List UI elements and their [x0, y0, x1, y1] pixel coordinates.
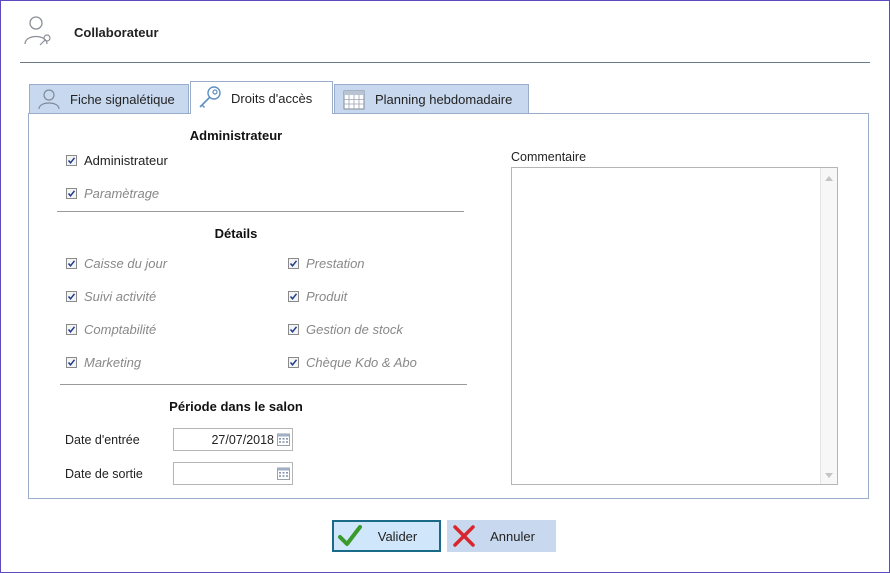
checkbox-caisse-du-jour[interactable]: Caisse du jour: [66, 256, 167, 271]
checkbox-label: Suivi activité: [84, 289, 157, 304]
scroll-up-icon[interactable]: [825, 176, 833, 181]
comment-textarea[interactable]: [511, 167, 838, 485]
comment-label: Commentaire: [511, 150, 587, 164]
checkbox-label: Produit: [306, 289, 348, 304]
exit-date-field[interactable]: [173, 462, 293, 485]
checkbox-box[interactable]: [288, 258, 299, 269]
calendar-icon[interactable]: [277, 433, 290, 446]
exit-date-label: Date de sortie: [65, 467, 143, 481]
section-title-admin: Administrateur: [189, 128, 283, 143]
checkbox-box[interactable]: [66, 188, 77, 199]
entry-date-field[interactable]: 27/07/2018: [173, 428, 293, 451]
checkbox-cheque-kdo-abo[interactable]: Chèque Kdo & Abo: [288, 355, 417, 370]
checkbox-produit[interactable]: Produit: [288, 289, 347, 304]
section-title-details: Détails: [214, 226, 258, 241]
checkbox-box[interactable]: [288, 291, 299, 302]
checkbox-label: Chèque Kdo & Abo: [306, 355, 417, 370]
checkbox-box[interactable]: [66, 155, 77, 166]
checkbox-administrateur[interactable]: Administrateur: [66, 153, 168, 168]
checkbox-marketing[interactable]: Marketing: [66, 355, 141, 370]
section-divider: [57, 211, 464, 212]
panel-content: Administrateur Administrateur Paramètrag…: [0, 0, 890, 573]
checkbox-label: Comptabilité: [84, 322, 157, 337]
checkbox-comptabilite[interactable]: Comptabilité: [66, 322, 156, 337]
calendar-icon[interactable]: [277, 467, 290, 480]
checkbox-label: Prestation: [306, 256, 365, 271]
checkbox-box[interactable]: [288, 324, 299, 335]
checkbox-label: Gestion de stock: [306, 322, 403, 337]
checkbox-prestation[interactable]: Prestation: [288, 256, 365, 271]
checkbox-box[interactable]: [66, 324, 77, 335]
entry-date-label: Date d'entrée: [65, 433, 140, 447]
checkbox-label: Administrateur: [84, 153, 168, 168]
checkbox-label: Caisse du jour: [84, 256, 168, 271]
checkbox-box[interactable]: [66, 258, 77, 269]
section-divider: [60, 384, 467, 385]
checkbox-suivi-activite[interactable]: Suivi activité: [66, 289, 156, 304]
checkbox-box[interactable]: [288, 357, 299, 368]
comment-scrollbar[interactable]: [820, 168, 837, 484]
entry-date-value: 27/07/2018: [211, 433, 274, 447]
checkbox-box[interactable]: [66, 291, 77, 302]
checkbox-label: Paramètrage: [84, 186, 160, 201]
checkbox-box[interactable]: [66, 357, 77, 368]
checkbox-label: Marketing: [84, 355, 142, 370]
scroll-down-icon[interactable]: [825, 473, 833, 478]
checkbox-parametrage[interactable]: Paramètrage: [66, 186, 159, 201]
section-title-periode: Période dans le salon: [169, 399, 303, 414]
checkbox-gestion-de-stock[interactable]: Gestion de stock: [288, 322, 403, 337]
